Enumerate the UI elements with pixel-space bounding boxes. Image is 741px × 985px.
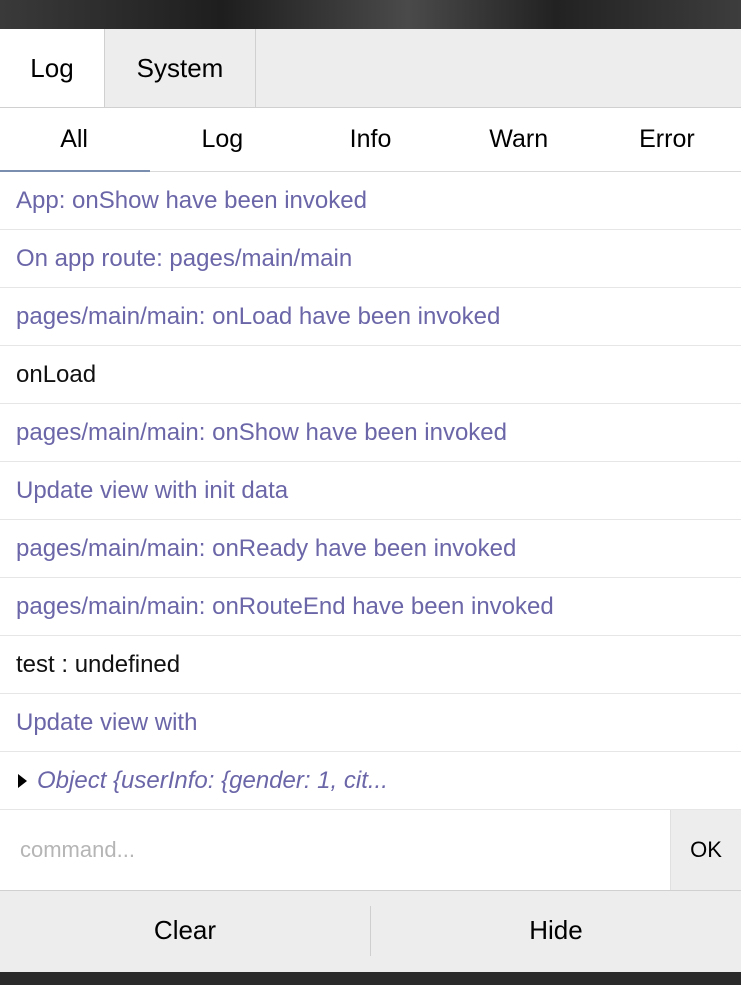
footer-bar: Clear Hide (0, 891, 741, 970)
log-entry: onLoad (0, 346, 741, 404)
log-entry: On app route: pages/main/main (0, 230, 741, 288)
expand-triangle-icon[interactable] (18, 773, 27, 788)
log-entry: Update view with (0, 694, 741, 752)
tab-system[interactable]: System (105, 29, 256, 107)
log-entry-object[interactable]: Object {userInfo: {gender: 1, cit... (0, 752, 741, 810)
log-entry: pages/main/main: onLoad have been invoke… (0, 288, 741, 346)
log-list: App: onShow have been invoked On app rou… (0, 172, 741, 810)
hide-button[interactable]: Hide (371, 891, 741, 970)
log-entry: Update view with init data (0, 462, 741, 520)
tab-log[interactable]: Log (0, 29, 105, 107)
log-entry: App: onShow have been invoked (0, 172, 741, 230)
log-entry: pages/main/main: onRouteEnd have been in… (0, 578, 741, 636)
clear-button[interactable]: Clear (0, 891, 370, 970)
log-entry: test : undefined (0, 636, 741, 694)
filter-tab-bar: All Log Info Warn Error (0, 108, 741, 172)
log-entry: pages/main/main: onShow have been invoke… (0, 404, 741, 462)
top-tab-bar: Log System (0, 29, 741, 108)
log-entry: pages/main/main: onReady have been invok… (0, 520, 741, 578)
filter-tab-info[interactable]: Info (296, 108, 444, 171)
filter-tab-all[interactable]: All (0, 108, 151, 172)
object-preview-text: Object {userInfo: {gender: 1, cit... (37, 766, 388, 794)
background-bottom-strip (0, 972, 741, 985)
command-input[interactable] (0, 810, 670, 890)
filter-tab-log[interactable]: Log (148, 108, 296, 171)
console-panel: Log System All Log Info Warn Error App: … (0, 29, 741, 972)
filter-tab-error[interactable]: Error (593, 108, 741, 171)
background-photo-strip (0, 0, 741, 29)
ok-button[interactable]: OK (670, 810, 741, 890)
command-bar: OK (0, 810, 741, 891)
filter-tab-warn[interactable]: Warn (445, 108, 593, 171)
